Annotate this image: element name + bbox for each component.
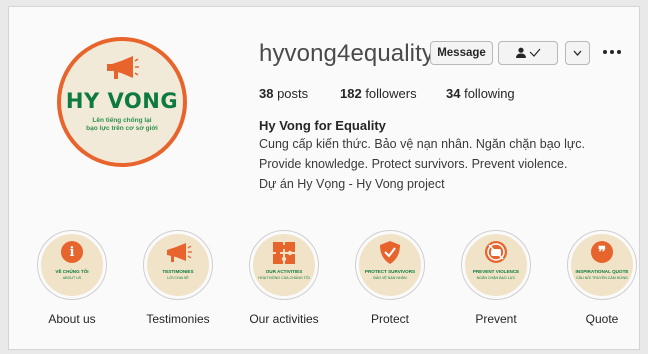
message-button[interactable]: Message: [430, 41, 493, 65]
more-options-icon[interactable]: [603, 50, 621, 54]
highlight-cover: OUR ACTIVITIES HOẠT ĐỘNG CỦA CHÚNG TÔI: [253, 234, 315, 296]
highlight-ring: ❞ INSPIRATIONAL QUOTE CÂU NÓI TRUYỀN CẢM…: [567, 230, 637, 300]
highlight-ring: PREVENT VIOLENCE NGĂN CHẶN BẠO LỰC: [461, 230, 531, 300]
info-icon: i: [61, 241, 83, 263]
logo-brand: HY VONG: [65, 89, 179, 113]
puzzle-icon: [273, 242, 295, 264]
megaphone-icon: [167, 243, 192, 262]
highlight-label: Protect: [370, 312, 409, 326]
quote-icon: ❞: [591, 241, 613, 263]
bio-line: Provide knowledge. Protect survivors. Pr…: [259, 157, 568, 171]
highlight-ring: OUR ACTIVITIES HOẠT ĐỘNG CỦA CHÚNG TÔI: [249, 230, 319, 300]
dot: [610, 50, 614, 54]
highlight-subcaption: HOẠT ĐỘNG CỦA CHÚNG TÔI: [258, 276, 310, 280]
following-button[interactable]: [498, 41, 558, 65]
person-check-icon: [516, 47, 541, 58]
highlight-ring: i VỀ CHÚNG TÔI ABOUT US: [37, 230, 107, 300]
bio-line: Dự án Hy Vọng - Hy Vong project: [259, 177, 445, 191]
highlight-subcaption: LỜI CHIA SẺ: [167, 276, 189, 280]
highlight-subcaption: ABOUT US: [62, 276, 82, 280]
highlight-about-us[interactable]: i VỀ CHÚNG TÔI ABOUT US About us: [30, 230, 114, 326]
quote-glyph: ❞: [597, 243, 607, 261]
highlight-cover: ❞ INSPIRATIONAL QUOTE CÂU NÓI TRUYỀN CẢM…: [571, 234, 633, 296]
followers-stat[interactable]: 182 followers: [340, 86, 417, 101]
highlight-subcaption: NGĂN CHẶN BẠO LỰC: [476, 276, 516, 280]
info-glyph: i: [69, 244, 75, 260]
highlight-label: Quote: [585, 312, 619, 326]
logo-tagline-1: Lên tiếng chống lại: [92, 117, 152, 124]
highlight-label: About us: [48, 312, 96, 326]
highlight-ring: TESTIMONIES LỜI CHIA SẺ: [143, 230, 213, 300]
highlight-subcaption: CÂU NÓI TRUYỀN CẢM HỨNG: [576, 276, 628, 280]
dot: [603, 50, 607, 54]
chevron-down-icon: [573, 50, 582, 56]
highlight-caption: INSPIRATIONAL QUOTE: [575, 269, 629, 274]
followers-count: 182: [340, 86, 362, 101]
highlight-our-activities[interactable]: OUR ACTIVITIES HOẠT ĐỘNG CỦA CHÚNG TÔI O…: [242, 230, 326, 326]
avatar-logo: HY VONG Lên tiếng chống lại bạo lực trên…: [61, 41, 183, 163]
bio-line: Cung cấp kiến thức. Bảo vệ nạn nhân. Ngă…: [259, 137, 585, 151]
highlight-ring: PROTECT SURVIVORS BẢO VỆ NẠN NHÂN: [355, 230, 425, 300]
following-label: following: [460, 86, 515, 101]
highlight-caption: OUR ACTIVITIES: [265, 269, 303, 274]
highlight-testimonies[interactable]: TESTIMONIES LỜI CHIA SẺ Testimonies: [136, 230, 220, 326]
highlight-label: Our activities: [249, 312, 319, 326]
highlight-caption: VỀ CHÚNG TÔI: [55, 269, 89, 274]
profile-avatar[interactable]: HY VONG Lên tiếng chống lại bạo lực trên…: [57, 37, 187, 167]
highlight-cover: PREVENT VIOLENCE NGĂN CHẶN BẠO LỰC: [465, 234, 527, 296]
highlight-subcaption: BẢO VỆ NẠN NHÂN: [373, 276, 407, 280]
highlight-cover: PROTECT SURVIVORS BẢO VỆ NẠN NHÂN: [359, 234, 421, 296]
highlight-cover: i VỀ CHÚNG TÔI ABOUT US: [41, 234, 103, 296]
following-count: 34: [446, 86, 461, 101]
highlight-prevent[interactable]: PREVENT VIOLENCE NGĂN CHẶN BẠO LỰC Preve…: [454, 230, 538, 326]
dot: [617, 50, 621, 54]
megaphone-icon: [107, 56, 139, 79]
posts-label: posts: [273, 86, 309, 101]
following-stat[interactable]: 34 following: [446, 86, 515, 101]
full-name: Hy Vong for Equality: [259, 118, 386, 133]
logo-tagline-2: bạo lực trên cơ sở giới: [86, 125, 158, 132]
highlight-label: Prevent: [475, 312, 517, 326]
highlight-protect[interactable]: PROTECT SURVIVORS BẢO VỆ NẠN NHÂN Protec…: [348, 230, 432, 326]
highlight-caption: TESTIMONIES: [162, 269, 194, 274]
no-violence-icon: [485, 241, 507, 263]
username: hyvong4equality: [259, 40, 434, 67]
shield-check-icon: [380, 241, 400, 264]
highlight-label: Testimonies: [146, 312, 210, 326]
highlight-caption: PROTECT SURVIVORS: [364, 269, 416, 274]
posts-count: 38: [259, 86, 274, 101]
followers-label: followers: [361, 86, 417, 101]
suggestions-dropdown-button[interactable]: [565, 41, 590, 65]
highlight-caption: PREVENT VIOLENCE: [472, 269, 520, 274]
highlight-cover: TESTIMONIES LỜI CHIA SẺ: [147, 234, 209, 296]
highlight-quote[interactable]: ❞ INSPIRATIONAL QUOTE CÂU NÓI TRUYỀN CẢM…: [560, 230, 644, 326]
posts-stat: 38 posts: [259, 86, 308, 101]
